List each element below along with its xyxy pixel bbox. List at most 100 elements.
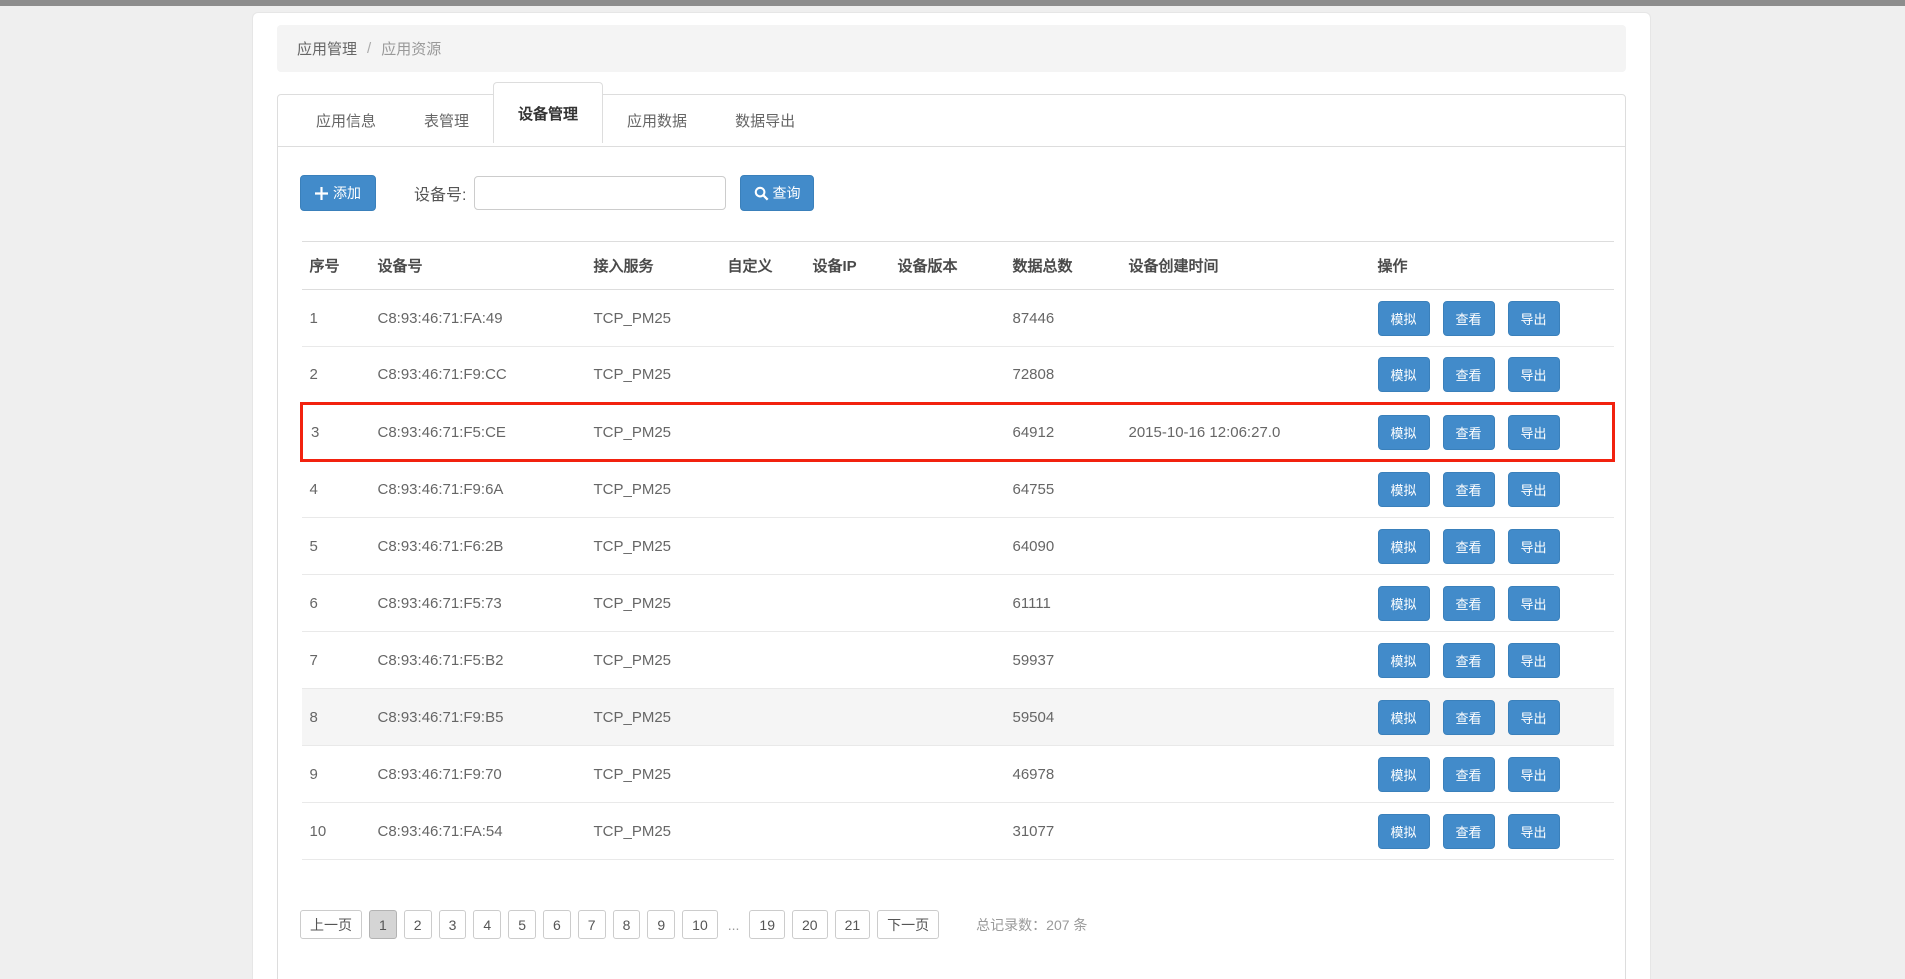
table-row: 9 C8:93:46:71:F9:70 TCP_PM25 46978 模拟查看导… [302,746,1614,803]
cell-created-time [1121,803,1370,860]
page-button-9[interactable]: 9 [647,910,675,939]
cell-access-service: TCP_PM25 [586,290,720,347]
simulate-button[interactable]: 模拟 [1378,757,1430,792]
column-header-0: 序号 [302,242,370,290]
cell-index: 9 [302,746,370,803]
cell-custom [720,689,805,746]
cell-access-service: TCP_PM25 [586,689,720,746]
tab-data-export[interactable]: 数据导出 [711,95,819,147]
simulate-button[interactable]: 模拟 [1378,357,1430,392]
page-button-1[interactable]: 1 [369,910,397,939]
export-button[interactable]: 导出 [1508,700,1560,735]
cell-created-time [1121,689,1370,746]
breadcrumb: 应用管理 / 应用资源 [277,25,1626,72]
cell-device-number: C8:93:46:71:F9:6A [370,461,586,518]
view-button[interactable]: 查看 [1443,643,1495,678]
tab-panel: 应用信息表管理设备管理应用数据数据导出 添加 设备号: 查询 [277,94,1626,979]
cell-device-number: C8:93:46:71:F9:70 [370,746,586,803]
view-button[interactable]: 查看 [1443,814,1495,849]
tab-device-mgmt[interactable]: 设备管理 [493,82,603,143]
cell-device-version [890,575,1005,632]
search-button[interactable]: 查询 [740,175,814,211]
view-button[interactable]: 查看 [1443,357,1495,392]
device-number-input[interactable] [474,176,726,210]
cell-access-service: TCP_PM25 [586,803,720,860]
breadcrumb-item-app-resource: 应用资源 [381,38,441,59]
row-actions: 模拟查看导出 [1370,689,1614,746]
row-actions: 模拟查看导出 [1370,575,1614,632]
simulate-button[interactable]: 模拟 [1378,586,1430,621]
export-button[interactable]: 导出 [1508,415,1560,450]
row-actions: 模拟查看导出 [1370,290,1614,347]
export-button[interactable]: 导出 [1508,643,1560,678]
export-button[interactable]: 导出 [1508,586,1560,621]
cell-custom [720,575,805,632]
page-button-21[interactable]: 21 [835,910,871,939]
view-button[interactable]: 查看 [1443,529,1495,564]
cell-access-service: TCP_PM25 [586,461,720,518]
export-button[interactable]: 导出 [1508,357,1560,392]
export-button[interactable]: 导出 [1508,472,1560,507]
page-ellipsis: ... [725,917,743,933]
simulate-button[interactable]: 模拟 [1378,814,1430,849]
tab-bar: 应用信息表管理设备管理应用数据数据导出 [278,95,1625,147]
page-next-button[interactable]: 下一页 [877,910,939,939]
simulate-button[interactable]: 模拟 [1378,529,1430,564]
tab-app-data[interactable]: 应用数据 [603,95,711,147]
simulate-button[interactable]: 模拟 [1378,301,1430,336]
table-row: 8 C8:93:46:71:F9:B5 TCP_PM25 59504 模拟查看导… [302,689,1614,746]
simulate-button[interactable]: 模拟 [1378,472,1430,507]
tab-app-info[interactable]: 应用信息 [292,95,400,147]
table-row: 2 C8:93:46:71:F9:CC TCP_PM25 72808 模拟查看导… [302,347,1614,404]
cell-access-service: TCP_PM25 [586,404,720,461]
cell-created-time [1121,347,1370,404]
view-button[interactable]: 查看 [1443,586,1495,621]
table-row: 1 C8:93:46:71:FA:49 TCP_PM25 87446 模拟查看导… [302,290,1614,347]
simulate-button[interactable]: 模拟 [1378,415,1430,450]
cell-created-time [1121,461,1370,518]
total-records-text: 总记录数：207 条 [976,915,1087,935]
page-button-6[interactable]: 6 [543,910,571,939]
cell-device-ip [805,518,890,575]
page-prev-button[interactable]: 上一页 [300,910,362,939]
cell-access-service: TCP_PM25 [586,632,720,689]
export-button[interactable]: 导出 [1508,814,1560,849]
export-button[interactable]: 导出 [1508,757,1560,792]
page-button-3[interactable]: 3 [439,910,467,939]
page-button-2[interactable]: 2 [404,910,432,939]
page-button-4[interactable]: 4 [473,910,501,939]
tab-table-mgmt[interactable]: 表管理 [400,95,493,147]
cell-device-version [890,518,1005,575]
cell-created-time [1121,746,1370,803]
view-button[interactable]: 查看 [1443,415,1495,450]
cell-index: 5 [302,518,370,575]
export-button[interactable]: 导出 [1508,301,1560,336]
page-button-5[interactable]: 5 [508,910,536,939]
page-button-10[interactable]: 10 [682,910,718,939]
breadcrumb-item-app-management[interactable]: 应用管理 [297,38,357,59]
row-actions: 模拟查看导出 [1370,347,1614,404]
cell-device-number: C8:93:46:71:FA:49 [370,290,586,347]
page-button-19[interactable]: 19 [749,910,785,939]
view-button[interactable]: 查看 [1443,301,1495,336]
simulate-button[interactable]: 模拟 [1378,700,1430,735]
page-button-8[interactable]: 8 [613,910,641,939]
page-button-7[interactable]: 7 [578,910,606,939]
row-actions: 模拟查看导出 [1370,632,1614,689]
cell-index: 7 [302,632,370,689]
cell-device-number: C8:93:46:71:F5:CE [370,404,586,461]
view-button[interactable]: 查看 [1443,757,1495,792]
add-button[interactable]: 添加 [300,175,376,211]
page-button-20[interactable]: 20 [792,910,828,939]
cell-access-service: TCP_PM25 [586,575,720,632]
row-actions: 模拟查看导出 [1370,803,1614,860]
cell-created-time [1121,518,1370,575]
simulate-button[interactable]: 模拟 [1378,643,1430,678]
cell-device-ip [805,461,890,518]
export-button[interactable]: 导出 [1508,529,1560,564]
column-header-2: 接入服务 [586,242,720,290]
view-button[interactable]: 查看 [1443,700,1495,735]
view-button[interactable]: 查看 [1443,472,1495,507]
cell-created-time: 2015-10-16 12:06:27.0 [1121,404,1370,461]
cell-device-version [890,404,1005,461]
